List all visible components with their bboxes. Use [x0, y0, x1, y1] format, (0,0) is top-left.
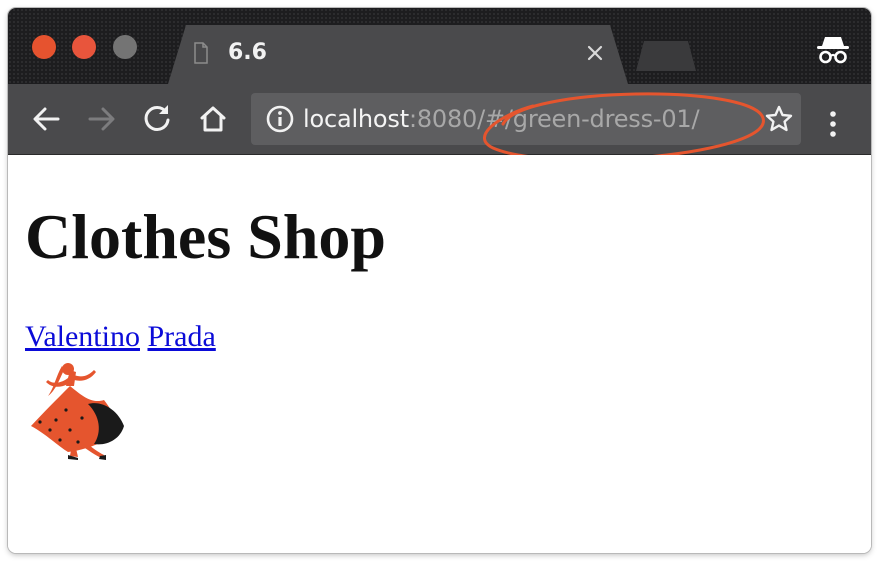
- url-text[interactable]: localhost:8080/#/green-dress-01/: [303, 102, 700, 136]
- incognito-icon: [817, 37, 849, 64]
- browser-toolbar: localhost:8080/#/green-dress-01/: [8, 84, 871, 155]
- url-path: :8080/#/green-dress-01/: [408, 105, 700, 133]
- browser-window: 6.6 localhost:8080/#/green-dress-01/ Clo…: [8, 8, 871, 553]
- arrow-right-icon[interactable]: [84, 101, 120, 137]
- home-icon[interactable]: [195, 101, 231, 137]
- link-prada[interactable]: Prada: [147, 320, 215, 353]
- arrow-left-icon[interactable]: [28, 101, 64, 137]
- kebab-menu-icon[interactable]: [823, 109, 843, 139]
- close-tab-icon[interactable]: [583, 41, 607, 65]
- close-window-button[interactable]: [32, 35, 56, 59]
- minimize-window-button[interactable]: [72, 35, 96, 59]
- dancer-image: [31, 363, 124, 460]
- new-tab-button[interactable]: [636, 41, 696, 71]
- reload-icon[interactable]: [139, 101, 175, 137]
- info-icon[interactable]: [265, 104, 295, 134]
- page-content: Clothes Shop Valentino Prada: [8, 155, 871, 553]
- tab-title: 6.6: [228, 40, 267, 65]
- document-icon: [194, 42, 208, 64]
- page-title: Clothes Shop: [25, 201, 386, 272]
- address-bar[interactable]: localhost:8080/#/green-dress-01/: [251, 93, 801, 145]
- url-host: localhost: [303, 105, 409, 133]
- star-icon[interactable]: [764, 104, 794, 134]
- link-valentino[interactable]: Valentino: [25, 320, 140, 353]
- brand-links: Valentino Prada: [25, 319, 216, 355]
- title-bar: 6.6: [8, 8, 871, 84]
- maximize-window-button[interactable]: [113, 35, 137, 59]
